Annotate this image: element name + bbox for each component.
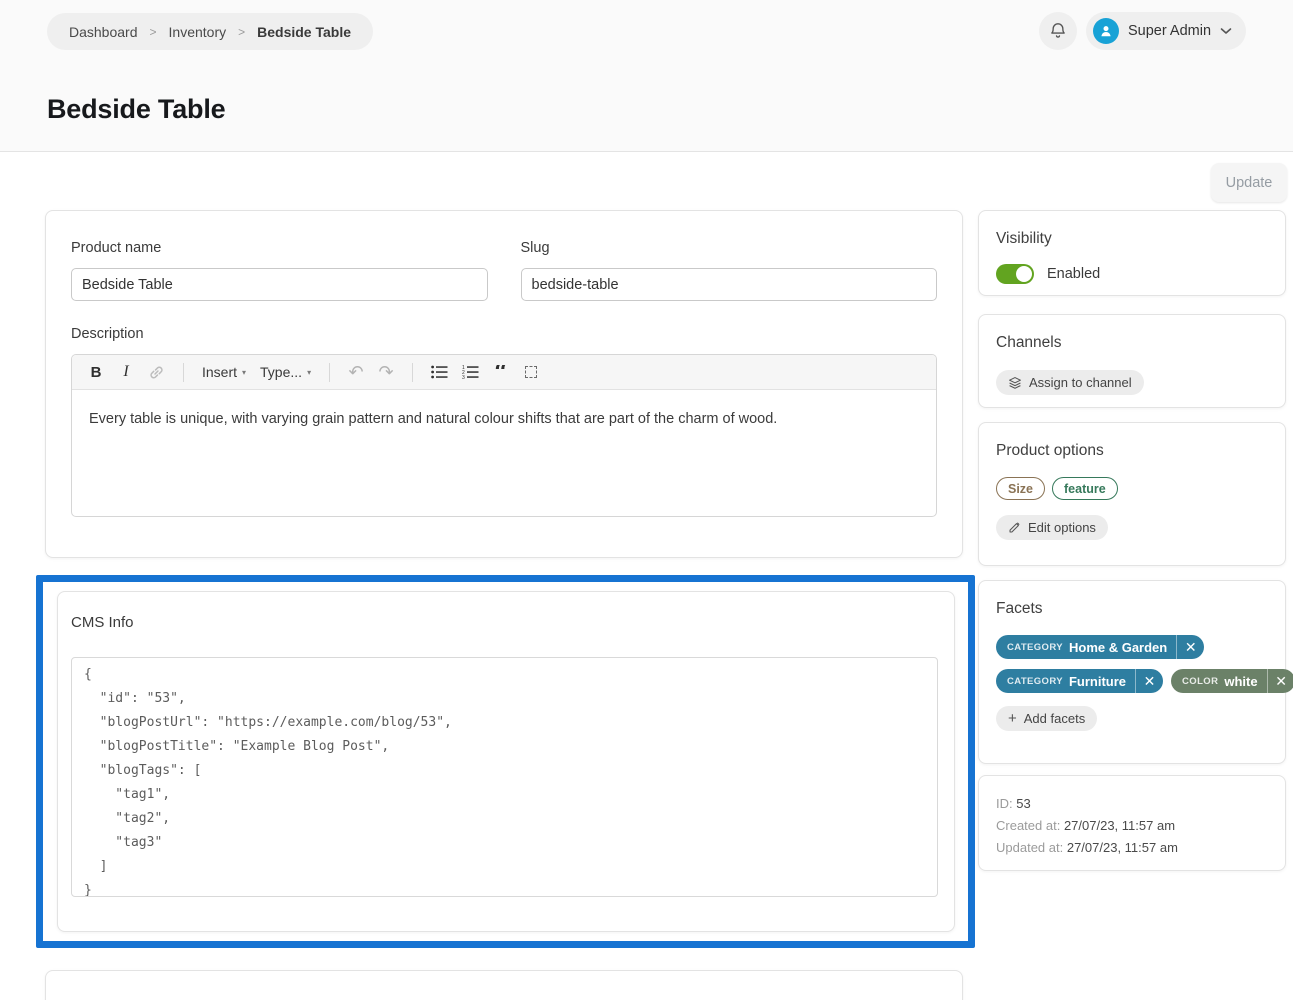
breadcrumb-separator: > — [238, 25, 245, 39]
remove-facet-icon[interactable]: ✕ — [1177, 635, 1204, 659]
product-name-input[interactable] — [71, 268, 488, 301]
description-label: Description — [71, 326, 937, 342]
facet-chip-furniture: CATEGORY Furniture ✕ — [996, 669, 1163, 693]
ordered-list-icon[interactable]: 123 — [462, 361, 479, 383]
visibility-title: Visibility — [996, 230, 1268, 248]
option-chip-size: Size — [996, 477, 1045, 500]
bold-button[interactable]: B — [88, 361, 104, 383]
pencil-icon — [1008, 521, 1021, 534]
insert-dropdown[interactable]: Insert ▾ — [202, 364, 246, 380]
caret-icon: ▾ — [242, 368, 246, 377]
cms-info-json-textarea[interactable]: { "id": "53", "blogPostUrl": "https://ex… — [71, 657, 938, 897]
toolbar-divider — [329, 363, 330, 382]
bullet-list-icon[interactable] — [431, 361, 448, 383]
slug-input[interactable] — [521, 268, 938, 301]
channels-card: Channels Assign to channel — [978, 314, 1286, 408]
entity-id-row: ID: 53 — [996, 793, 1268, 815]
notifications-button[interactable] — [1039, 12, 1077, 50]
page-title: Bedside Table — [47, 94, 225, 125]
undo-icon[interactable]: ↶ — [348, 361, 364, 383]
plus-icon: + — [1008, 710, 1017, 727]
blockquote-icon[interactable]: “ — [493, 365, 509, 379]
visibility-toggle[interactable] — [996, 264, 1034, 284]
slug-label: Slug — [521, 240, 938, 256]
breadcrumb-current: Bedside Table — [257, 24, 351, 40]
facets-card: Facets CATEGORY Home & Garden ✕ CATEGORY… — [978, 580, 1286, 764]
description-editor-content[interactable]: Every table is unique, with varying grai… — [72, 390, 936, 448]
facet-chip-color-white: COLOR white ✕ — [1171, 669, 1293, 693]
avatar — [1093, 18, 1119, 44]
facets-title: Facets — [996, 600, 1268, 618]
breadcrumb-dashboard[interactable]: Dashboard — [69, 24, 138, 40]
remove-facet-icon[interactable]: ✕ — [1136, 669, 1163, 693]
breadcrumb-inventory[interactable]: Inventory — [169, 24, 227, 40]
cms-info-highlight: CMS Info { "id": "53", "blogPostUrl": "h… — [36, 575, 975, 948]
cms-info-label: CMS Info — [71, 614, 930, 631]
add-facets-button[interactable]: + Add facets — [996, 706, 1097, 731]
visibility-toggle-label: Enabled — [1047, 266, 1100, 282]
product-options-title: Product options — [996, 442, 1268, 460]
slug-field-group: Slug — [521, 240, 938, 301]
type-dropdown[interactable]: Type... ▾ — [260, 364, 311, 380]
redo-icon[interactable]: ↷ — [378, 361, 394, 383]
page-header: Dashboard > Inventory > Bedside Table Su… — [0, 0, 1293, 152]
description-editor: B I Insert ▾ Type... ▾ ↶ ↷ — [71, 354, 937, 517]
entity-created-row: Created at: 27/07/23, 11:57 am — [996, 815, 1268, 837]
raw-html-icon[interactable] — [523, 361, 539, 383]
breadcrumb-separator: > — [150, 25, 157, 39]
toolbar-divider — [412, 363, 413, 382]
toolbar-divider — [183, 363, 184, 382]
edit-options-button[interactable]: Edit options — [996, 515, 1108, 540]
entity-updated-row: Updated at: 27/07/23, 11:57 am — [996, 837, 1268, 859]
assign-to-channel-button[interactable]: Assign to channel — [996, 370, 1144, 395]
bell-icon — [1049, 22, 1067, 40]
user-name: Super Admin — [1128, 23, 1211, 39]
product-name-field-group: Product name — [71, 240, 488, 301]
product-detail-page: Dashboard > Inventory > Bedside Table Su… — [0, 0, 1293, 1000]
product-name-label: Product name — [71, 240, 488, 256]
entity-meta-card: ID: 53 Created at: 27/07/23, 11:57 am Up… — [978, 775, 1286, 871]
visibility-card: Visibility Enabled — [978, 210, 1286, 296]
next-section-card — [45, 970, 963, 1000]
product-details-card: Product name Slug Description B I Insert… — [45, 210, 963, 558]
update-button[interactable]: Update — [1211, 163, 1287, 202]
user-menu[interactable]: Super Admin — [1086, 12, 1246, 50]
facet-chip-home-garden: CATEGORY Home & Garden ✕ — [996, 635, 1204, 659]
layers-icon — [1008, 376, 1022, 390]
svg-text:3: 3 — [462, 375, 465, 379]
channels-title: Channels — [996, 334, 1268, 352]
chevron-down-icon — [1220, 27, 1232, 35]
breadcrumb: Dashboard > Inventory > Bedside Table — [47, 13, 373, 50]
remove-facet-icon[interactable]: ✕ — [1268, 669, 1293, 693]
option-chip-feature: feature — [1052, 477, 1118, 500]
cms-info-card: CMS Info { "id": "53", "blogPostUrl": "h… — [57, 591, 955, 932]
italic-button[interactable]: I — [118, 361, 134, 383]
editor-toolbar: B I Insert ▾ Type... ▾ ↶ ↷ — [72, 355, 936, 390]
link-icon[interactable] — [148, 361, 165, 383]
caret-icon: ▾ — [307, 368, 311, 377]
product-options-card: Product options Size feature Edit option… — [978, 422, 1286, 566]
